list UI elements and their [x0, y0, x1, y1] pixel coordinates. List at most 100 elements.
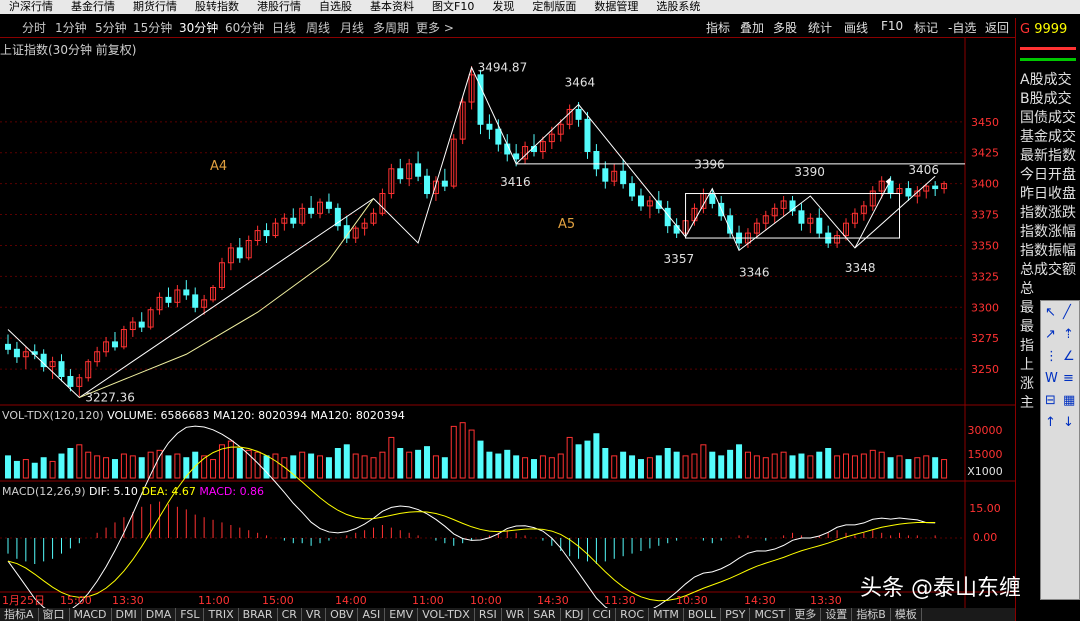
- draw-tool-icon[interactable]: ≡: [1063, 371, 1074, 386]
- volume-bar: [58, 453, 65, 479]
- indicator-tab[interactable]: CCI: [589, 608, 617, 621]
- period-tab[interactable]: 分时: [22, 19, 46, 36]
- indicator-tab[interactable]: BRAR: [239, 608, 278, 621]
- draw-tool-icon[interactable]: ⊟: [1045, 393, 1056, 408]
- draw-tool-icon[interactable]: ↓: [1063, 415, 1074, 430]
- indicator-tab[interactable]: ASI: [358, 608, 386, 621]
- period-tab[interactable]: 1分钟: [55, 19, 87, 36]
- volume-bar: [771, 453, 778, 479]
- draw-tool-icon[interactable]: ↑: [1045, 415, 1056, 430]
- candle-body: [111, 341, 118, 348]
- indicator-tab[interactable]: CR: [278, 608, 302, 621]
- candle-body: [495, 128, 502, 145]
- draw-tool-icon[interactable]: ↖: [1045, 305, 1056, 320]
- volume-bar: [513, 455, 520, 479]
- volume-bar: [325, 457, 332, 479]
- draw-tool-icon[interactable]: ⇡: [1063, 327, 1074, 342]
- top-menu-item[interactable]: 数据管理: [585, 1, 647, 13]
- volume-bar: [406, 451, 413, 479]
- toolbar-button[interactable]: F10: [881, 19, 903, 33]
- indicator-tab[interactable]: MTM: [649, 608, 684, 621]
- indicator-tab[interactable]: 更多: [790, 608, 822, 621]
- period-tab[interactable]: 多周期: [373, 19, 409, 36]
- period-tab[interactable]: 60分钟: [225, 19, 264, 36]
- volume-bar: [343, 444, 350, 479]
- volume-bar: [727, 449, 734, 479]
- indicator-tab[interactable]: KDJ: [561, 608, 589, 621]
- top-menu-item[interactable]: 期货行情: [124, 1, 186, 13]
- draw-tool-icon[interactable]: ⋮: [1045, 349, 1058, 364]
- draw-tool-icon[interactable]: W: [1045, 371, 1058, 386]
- top-menu-item[interactable]: 发现: [483, 1, 523, 13]
- vol-volume: VOLUME: 6586683: [107, 409, 210, 422]
- toolbar-button[interactable]: 指标: [706, 19, 730, 36]
- right-panel-item: 指数涨幅: [1020, 224, 1076, 240]
- candle-body: [165, 296, 172, 303]
- top-menu-item[interactable]: 自选股: [310, 1, 361, 13]
- period-tab[interactable]: 更多 >: [416, 19, 454, 36]
- up-bar: [1020, 47, 1076, 50]
- indicator-tab[interactable]: PSY: [721, 608, 751, 621]
- volume-bar: [495, 453, 502, 479]
- period-tab[interactable]: 15分钟: [133, 19, 172, 36]
- period-tab[interactable]: 月线: [340, 19, 364, 36]
- indicator-tab[interactable]: ROC: [616, 608, 650, 621]
- toolbar-button[interactable]: 统计: [808, 19, 832, 36]
- toolbar-button[interactable]: 标记: [914, 19, 938, 36]
- indicator-tab[interactable]: EMV: [385, 608, 419, 621]
- time-tick-label: 11:00: [412, 594, 444, 607]
- right-panel-item: 国债成交: [1020, 110, 1076, 126]
- volume-bar: [388, 436, 395, 479]
- draw-tool-icon[interactable]: ↗: [1045, 327, 1056, 342]
- volume-bar: [887, 457, 894, 479]
- indicator-tab[interactable]: 设置: [821, 608, 853, 621]
- draw-tool-icon[interactable]: ▦: [1063, 393, 1075, 408]
- indicator-tab[interactable]: RSI: [475, 608, 502, 621]
- period-tab[interactable]: 30分钟: [179, 19, 218, 36]
- indicator-tab[interactable]: SAR: [529, 608, 561, 621]
- top-menu-item[interactable]: 基金行情: [62, 1, 124, 13]
- indicator-tab[interactable]: BOLL: [684, 608, 722, 621]
- indicator-tab[interactable]: 窗口: [39, 608, 70, 621]
- indicator-tab[interactable]: FSL: [176, 608, 205, 621]
- indicator-tab[interactable]: TRIX: [204, 608, 239, 621]
- indicator-tab[interactable]: VOL-TDX: [418, 608, 475, 621]
- period-tab[interactable]: 5分钟: [95, 19, 127, 36]
- volume-bar: [236, 448, 243, 479]
- top-menu-item[interactable]: 图文F10: [423, 1, 483, 13]
- indicator-tab[interactable]: MCST: [750, 608, 791, 621]
- top-menu-item[interactable]: 股转指数: [186, 1, 248, 13]
- draw-tool-icon[interactable]: ╱: [1063, 305, 1071, 320]
- volume-bar: [477, 440, 484, 479]
- toolbar-button[interactable]: -自选: [948, 19, 976, 36]
- indicator-tab[interactable]: 指标B: [852, 608, 891, 621]
- top-menu-item[interactable]: 定制版面: [523, 1, 585, 13]
- volume-bar: [709, 451, 716, 479]
- top-menu-item[interactable]: 选股系统: [647, 1, 709, 13]
- period-tab[interactable]: 日线: [272, 19, 296, 36]
- indicator-tab[interactable]: DMA: [142, 608, 177, 621]
- indicator-tab[interactable]: MACD: [70, 608, 112, 621]
- kline-chart[interactable]: 3450 3425 3400 3375 3350 3325 3300 3275 3250 3494…: [0, 38, 1015, 608]
- volume-bar: [415, 449, 422, 479]
- indicator-tab[interactable]: 模板: [891, 608, 922, 621]
- indicator-tab[interactable]: VR: [302, 608, 327, 621]
- period-tab[interactable]: 周线: [306, 19, 330, 36]
- toolbar-button[interactable]: 多股: [773, 19, 797, 36]
- top-menu-item[interactable]: 基本资料: [361, 1, 423, 13]
- toolbar-button[interactable]: 叠加: [740, 19, 764, 36]
- volume-bar: [299, 451, 306, 479]
- drawing-toolbox[interactable]: ↖ ╱ ↗ ⇡ ⋮ ∠ W ≡ ⊟ ▦ ↑ ↓: [1040, 300, 1080, 600]
- indicator-tab[interactable]: DMI: [112, 608, 142, 621]
- indicator-tab[interactable]: 指标A: [0, 608, 39, 621]
- indicator-tab[interactable]: WR: [502, 608, 530, 621]
- volume-bar: [736, 444, 743, 479]
- toolbar-button[interactable]: 画线: [844, 19, 868, 36]
- draw-tool-icon[interactable]: ∠: [1063, 349, 1075, 364]
- down-bar: [1020, 58, 1076, 61]
- right-panel-item: 指数涨跌: [1020, 205, 1076, 221]
- top-menu-item[interactable]: 沪深行情: [0, 1, 62, 13]
- toolbar-button[interactable]: 返回: [985, 19, 1009, 36]
- indicator-tab[interactable]: OBV: [326, 608, 359, 621]
- top-menu-item[interactable]: 港股行情: [248, 1, 310, 13]
